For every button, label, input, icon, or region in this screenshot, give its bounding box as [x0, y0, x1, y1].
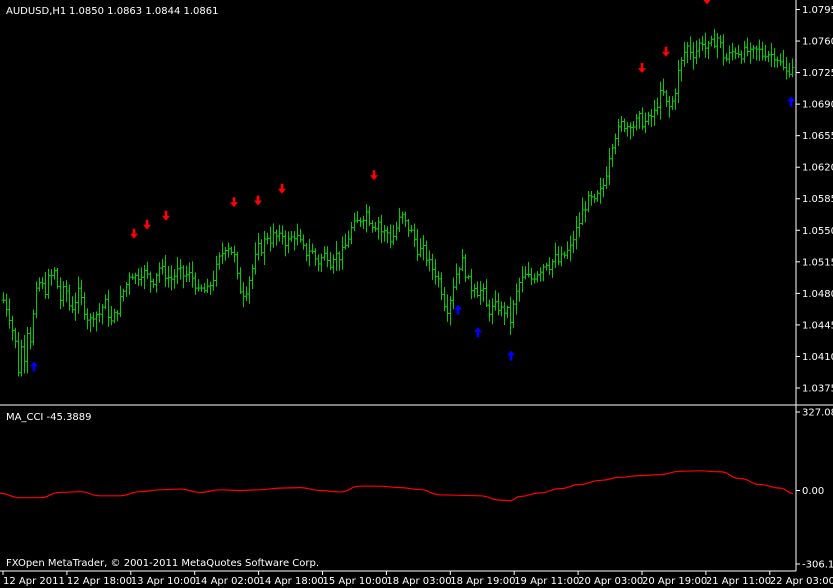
symbol-title: AUDUSD,H1 [6, 6, 66, 17]
price-tick-label: 1.0690 [802, 100, 833, 111]
price-tick-label: 1.0410 [802, 352, 833, 363]
price-tick-label: 1.0620 [802, 163, 833, 174]
price-tick-label: 1.0375 [802, 383, 833, 394]
time-tick-label: 12 Apr 18:00 [67, 576, 132, 587]
time-tick-label: 20 Apr 03:00 [578, 576, 643, 587]
price-tick-label: 1.0445 [802, 320, 833, 331]
ohlc-readout: 1.0850 1.0863 1.0844 1.0861 [69, 6, 219, 17]
time-tick-label: 14 Apr 18:00 [259, 576, 324, 587]
copyright-text: FXOpen MetaTrader, © 2001-2011 MetaQuote… [6, 558, 319, 569]
price-tick-label: 1.0795 [802, 5, 833, 16]
time-tick-label: 19 Apr 11:00 [514, 576, 579, 587]
price-tick-label: 1.0760 [802, 37, 833, 48]
price-tick-label: 1.0480 [802, 289, 833, 300]
metatrader-chart[interactable]: AUDUSD,H1 1.0850 1.0863 1.0844 1.0861 1.… [0, 0, 833, 588]
indicator-title: MA_CCI -45.3889 [6, 412, 92, 423]
chart-background [0, 0, 833, 588]
time-tick-label: 20 Apr 19:00 [642, 576, 707, 587]
time-tick-label: 18 Apr 03:00 [386, 576, 451, 587]
time-tick-label: 14 Apr 02:00 [195, 576, 260, 587]
time-tick-label: 22 Apr 03:00 [770, 576, 833, 587]
time-tick-label: 15 Apr 10:00 [323, 576, 388, 587]
time-tick-label: 21 Apr 11:00 [706, 576, 771, 587]
cci-tick-label: -306.166 [802, 560, 833, 571]
price-tick-label: 1.0655 [802, 131, 833, 142]
price-tick-label: 1.0515 [802, 257, 833, 268]
cci-tick-label: 0.00 [802, 486, 824, 497]
price-tick-label: 1.0550 [802, 226, 833, 237]
price-tick-label: 1.0585 [802, 194, 833, 205]
time-tick-label: 18 Apr 19:00 [450, 576, 515, 587]
cci-tick-label: 327.080 [802, 408, 833, 419]
time-tick-label: 13 Apr 10:00 [131, 576, 196, 587]
price-tick-label: 1.0725 [802, 68, 833, 79]
time-tick-label: 12 Apr 2011 [3, 576, 65, 587]
